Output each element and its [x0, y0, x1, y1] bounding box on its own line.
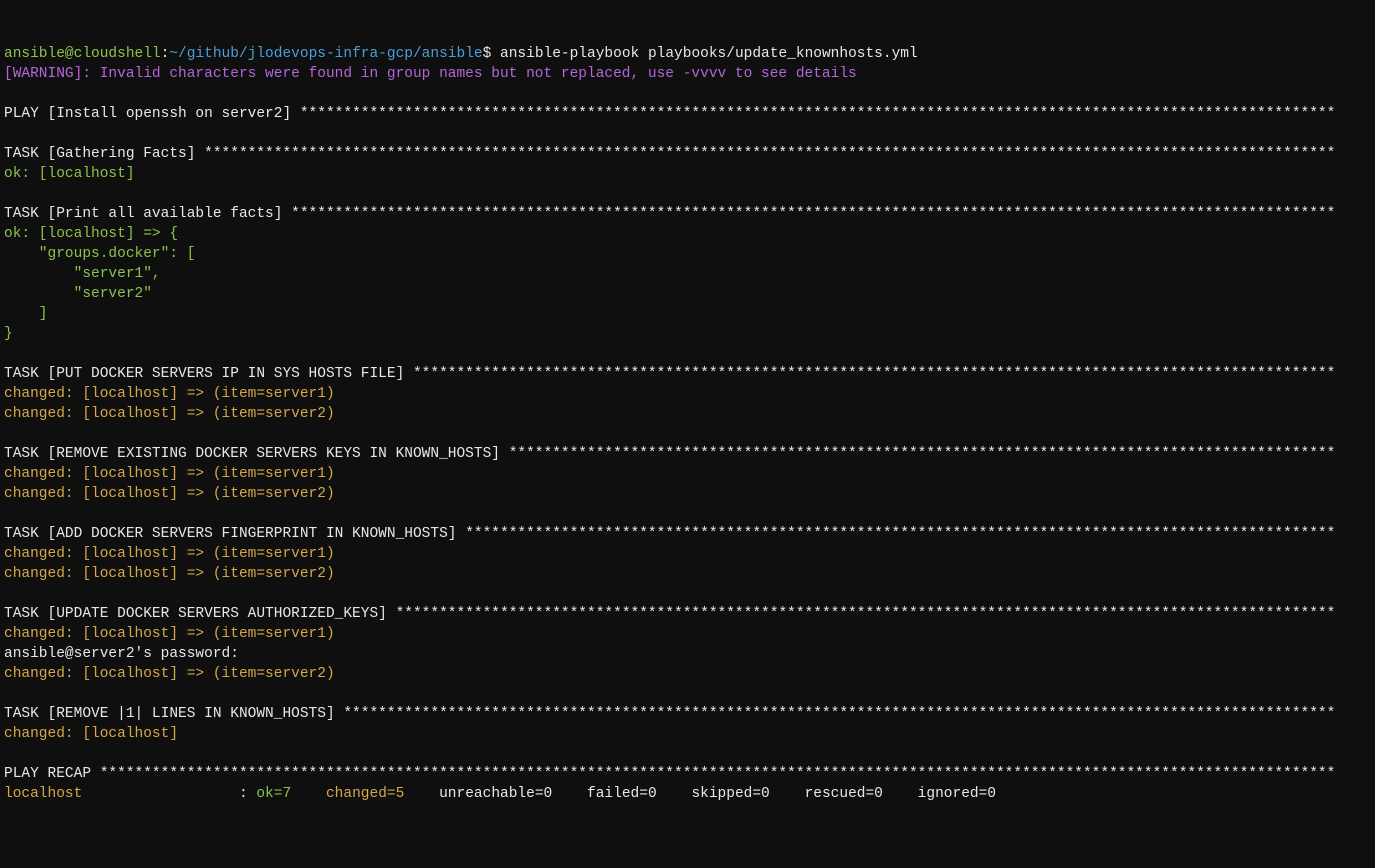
task-add-fingerprint: TASK [ADD DOCKER SERVERS FINGERPRINT IN …: [4, 526, 1335, 542]
task-authorized-keys: TASK [UPDATE DOCKER SERVERS AUTHORIZED_K…: [4, 606, 1335, 622]
changed-server1: changed: [localhost] => (item=server1): [4, 386, 335, 402]
user-host: ansible@cloudshell: [4, 46, 161, 62]
terminal-output[interactable]: ansible@cloudshell:~/github/jlodevops-in…: [4, 44, 1371, 804]
stars: ****************************************…: [343, 706, 1335, 722]
play-header: PLAY [Install openssh on server2] ******…: [4, 106, 1335, 122]
stars: ****************************************…: [204, 146, 1335, 162]
task-remove-keys: TASK [REMOVE EXISTING DOCKER SERVERS KEY…: [4, 446, 1335, 462]
task-remove-lines: TASK [REMOVE |1| LINES IN KNOWN_HOSTS] *…: [4, 706, 1335, 722]
recap-rest: unreachable=0 failed=0 skipped=0 rescued…: [430, 786, 996, 802]
task-put-hosts: TASK [PUT DOCKER SERVERS IP IN SYS HOSTS…: [4, 366, 1335, 382]
cwd-path: ~/github/jlodevops-infra-gcp/ansible: [169, 46, 482, 62]
stars: ****************************************…: [396, 606, 1336, 622]
warning-line: [WARNING]: Invalid characters were found…: [4, 66, 857, 82]
changed-server2: changed: [localhost] => (item=server2): [4, 406, 335, 422]
command-text: ansible-playbook playbooks/update_knownh…: [491, 46, 917, 62]
stars: ****************************************…: [509, 446, 1336, 462]
play-recap-header: PLAY RECAP *****************************…: [4, 766, 1335, 782]
password-prompt: ansible@server2's password:: [4, 646, 239, 662]
stars: ****************************************…: [291, 206, 1335, 222]
stars: ****************************************…: [413, 366, 1335, 382]
task-gathering-facts: TASK [Gathering Facts] *****************…: [4, 146, 1335, 162]
prompt-line: ansible@cloudshell:~/github/jlodevops-in…: [4, 46, 918, 62]
ok-localhost: ok: [localhost]: [4, 166, 135, 182]
facts-output: ok: [localhost] => {: [4, 226, 178, 242]
recap-line: localhost : ok=7 changed=5 unreachable=0…: [4, 786, 996, 802]
recap-ok: ok=7: [256, 786, 317, 802]
recap-changed: changed=5: [317, 786, 430, 802]
changed-localhost: changed: [localhost]: [4, 726, 178, 742]
stars: ****************************************…: [100, 766, 1336, 782]
stars: ****************************************…: [300, 106, 1335, 122]
task-print-facts: TASK [Print all available facts] *******…: [4, 206, 1335, 222]
stars: ****************************************…: [465, 526, 1335, 542]
